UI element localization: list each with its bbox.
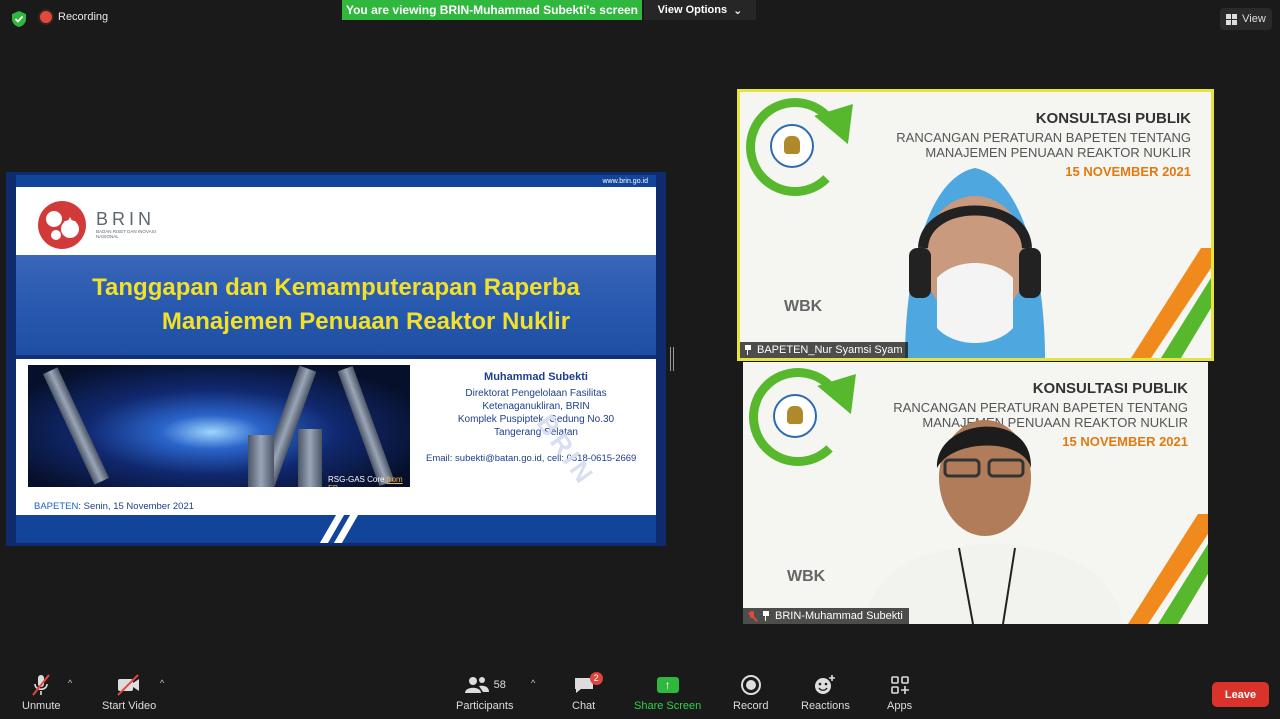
video-tile-muhammad-subekti[interactable]: KONSULTASI PUBLIK RANCANGAN PERATURAN BA… (743, 362, 1208, 624)
pin-icon (762, 611, 770, 621)
participants-button[interactable]: 58 Participants (456, 672, 513, 712)
wbk-logo-icon: WBK (787, 568, 826, 585)
record-label: Record (733, 700, 769, 712)
background-date: 15 NOVEMBER 2021 (1065, 164, 1191, 179)
background-title: KONSULTASI PUBLIK (1032, 380, 1188, 397)
image-caption: RSG-GAS Core from FB (328, 475, 410, 487)
bapeten-emblem-icon (770, 124, 814, 168)
chat-icon: 2 (573, 672, 603, 698)
slide-top-band (16, 175, 656, 187)
slide-url: www.brin.go.id (602, 178, 648, 185)
view-options-button[interactable]: View Options ⌄ (644, 0, 756, 20)
participant-name-label: BRIN-Muhammad Subekti (743, 608, 909, 624)
start-video-button[interactable]: Start Video (102, 672, 156, 712)
slide-title-line1: Tanggapan dan Kemamputerapan Raperba (92, 274, 580, 301)
viewing-screen-banner: You are viewing BRIN-Muhammad Subekti's … (342, 0, 642, 20)
chat-button[interactable]: 2 Chat (572, 672, 603, 712)
unmute-button[interactable]: Unmute (22, 672, 61, 712)
participants-icon: 58 (464, 672, 506, 698)
record-button[interactable]: Record (733, 672, 768, 712)
slide-title-line2: Manajemen Penuaan Reaktor Nuklir (161, 308, 571, 335)
recording-indicator[interactable]: Recording (40, 11, 108, 23)
participant-video-feed (905, 168, 1045, 358)
chevron-down-icon: ⌄ (733, 4, 743, 17)
reactions-label: Reactions (801, 700, 850, 712)
background-title: KONSULTASI PUBLIK (1035, 110, 1191, 127)
image-caption-text: RSG-GAS Core (328, 475, 385, 484)
grid-view-icon (1226, 13, 1238, 25)
share-screen-label: Share Screen (634, 700, 702, 712)
slide-footer: BAPETEN: Senin, 15 November 2021 (34, 501, 194, 512)
brin-logo-subtitle: BADAN RISET DAN INOVASI NASIONAL (96, 229, 156, 239)
audio-options-caret-icon[interactable]: ^ (68, 678, 72, 688)
video-tile-nur-syamsi[interactable]: KONSULTASI PUBLIK RANCANGAN PERATURAN BA… (737, 89, 1214, 361)
apps-icon (890, 672, 910, 698)
share-screen-button[interactable]: ↑ Share Screen (634, 672, 701, 712)
start-video-label: Start Video (102, 700, 157, 712)
brin-logo-icon (36, 199, 88, 256)
pin-icon (744, 345, 752, 355)
panel-resize-handle[interactable] (670, 347, 674, 371)
view-options-label: View Options (657, 4, 728, 16)
background-subtitle: RANCANGAN PERATURAN BAPETEN TENTANG MANA… (851, 130, 1191, 160)
leave-meeting-button[interactable]: Leave (1212, 682, 1269, 707)
presentation-slide: www.brin.go.id BRIN BADAN RISET DAN INOV… (16, 175, 656, 543)
chat-unread-badge: 2 (589, 672, 603, 685)
brin-logo-text: BRIN (96, 209, 156, 229)
slide-footer-org: BAPETEN (34, 501, 79, 512)
apps-button[interactable]: Apps (887, 672, 912, 712)
chat-label: Chat (572, 700, 596, 712)
wbk-logo-icon: WBK (784, 298, 823, 315)
record-icon (740, 672, 762, 698)
reactions-smiley-icon (813, 672, 837, 698)
share-screen-icon: ↑ (656, 672, 679, 698)
background-subtitle-line1: RANCANGAN PERATURAN BAPETEN TENTANG (896, 130, 1191, 145)
stripes-decoration (1131, 248, 1211, 358)
participant-name: BAPETEN_Nur Syamsi Syam (757, 344, 903, 356)
video-options-caret-icon[interactable]: ^ (160, 678, 164, 688)
muted-mic-icon (30, 672, 52, 698)
participant-name-label: BAPETEN_Nur Syamsi Syam (740, 342, 909, 358)
slide-footer-date: : Senin, 15 November 2021 (78, 501, 195, 512)
recording-dot-icon (40, 11, 52, 23)
participants-label: Participants (456, 700, 514, 712)
muted-mic-icon (747, 610, 757, 622)
speaker-name: Muhammad Subekti (484, 371, 588, 383)
meeting-toolbar: Unmute ^ Start Video ^ 58 Participants ^… (0, 664, 1280, 719)
speaker-affiliation-2: Ketenaganukliran, BRIN (482, 401, 590, 412)
bapeten-emblem-icon (773, 394, 817, 438)
slide-title-band (16, 255, 656, 359)
reactions-button[interactable]: Reactions (801, 672, 850, 712)
apps-label: Apps (887, 700, 913, 712)
participant-video-feed (863, 420, 1123, 624)
security-shield-icon[interactable] (10, 10, 28, 28)
speaker-contact: Email: subekti@batan.go.id, cell: 0818-0… (426, 453, 637, 464)
shared-screen: www.brin.go.id BRIN BADAN RISET DAN INOV… (6, 172, 666, 546)
participants-count: 58 (493, 679, 506, 691)
view-button-label: View (1242, 13, 1266, 25)
participant-name: BRIN-Muhammad Subekti (775, 610, 903, 622)
speaker-affiliation-1: Direktorat Pengelolaan Fasilitas (465, 388, 607, 399)
recording-label: Recording (58, 11, 109, 23)
unmute-label: Unmute (22, 700, 61, 712)
participants-options-caret-icon[interactable]: ^ (531, 678, 535, 688)
view-layout-button[interactable]: View (1220, 8, 1272, 30)
video-off-icon (116, 672, 142, 698)
reactor-core-image: RSG-GAS Core from FB (28, 365, 410, 487)
